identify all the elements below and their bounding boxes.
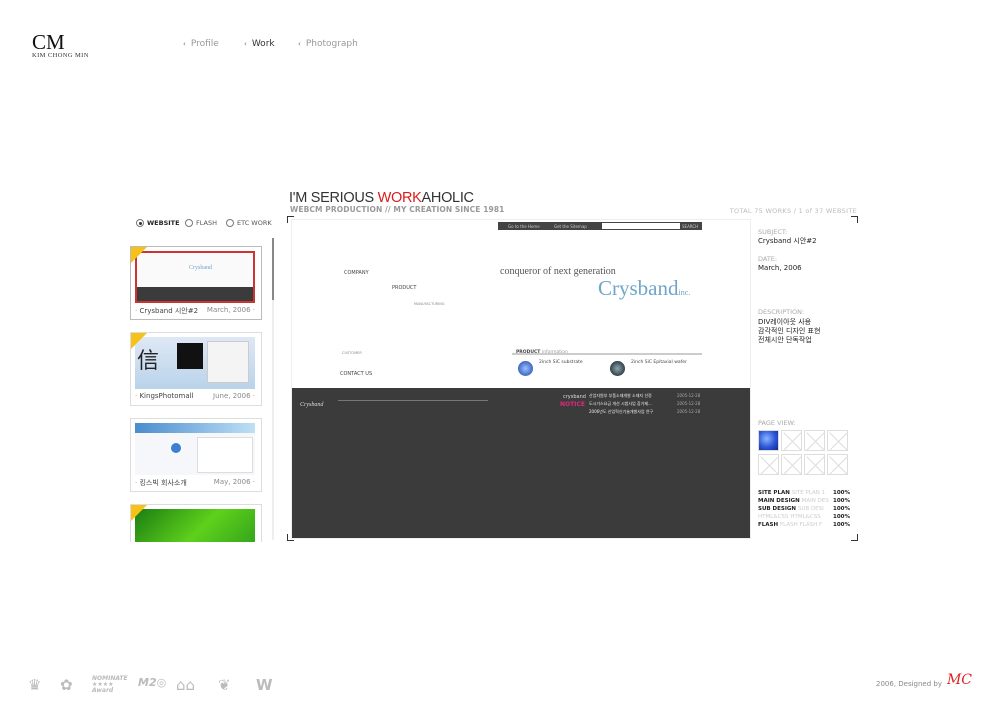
pageview-thumb[interactable] (758, 430, 779, 451)
list-scroll-thumb[interactable] (272, 238, 274, 300)
stat-row: MAIN DESIGN MAIN DES 100% (758, 498, 850, 504)
page-title: I'M SERIOUS WORKAHOLIC (289, 190, 474, 206)
pageview-thumb[interactable] (827, 454, 848, 475)
item-title: 킹스빅 회사소개 (139, 479, 187, 487)
preview-product-heading: PRODUCT information (516, 350, 568, 355)
description-line: 감각적인 디자인 표현 (758, 327, 821, 335)
preview-menu-item: MANUFACTURING (414, 302, 445, 306)
thumbnail (135, 509, 255, 542)
pageview-grid[interactable] (758, 430, 848, 475)
list-item[interactable]: · 킹스빅 회사소개 May, 2006 · (130, 418, 262, 492)
preview-topbar: Go to the Home Get the Sitemap SEARCH (498, 222, 702, 230)
preview-brand-logo: Crysbandinc. (598, 276, 691, 300)
item-title: Crysband 시안#2 (139, 307, 199, 315)
list-item[interactable]: 信 · KingsPhotomall June, 2006 · (130, 332, 262, 406)
radio-icon (185, 219, 193, 227)
preview-sitemap-link: Get the Sitemap (554, 224, 587, 229)
stat-row: SITE PLAN SITE PLAN 1 100% (758, 490, 850, 496)
preview-notice-title: NOTICE (560, 401, 585, 408)
stat-row: FLASH FLASH FLASH F 100% (758, 522, 850, 528)
subject-value: Crysband 시안#2 (758, 237, 817, 245)
nav-profile[interactable]: ‹ Profile (183, 39, 219, 49)
description-label: DESCRIPTION: (758, 308, 805, 316)
preview-menu-item: PRODUCT (392, 285, 417, 291)
pageview-thumb[interactable] (781, 430, 802, 451)
preview-product-item: 2inch SiC Epitaxial wafer (631, 360, 687, 365)
pageview-thumb[interactable] (781, 454, 802, 475)
crown-icon[interactable]: ♛ (28, 676, 41, 694)
nav-photograph[interactable]: ‹ Photograph (298, 39, 358, 49)
award-icon[interactable]: M2◎ (138, 676, 166, 689)
pageview-thumb[interactable] (804, 454, 825, 475)
pageview-thumb[interactable] (758, 454, 779, 475)
preview-product-item: 2inch SiC substrate (539, 360, 583, 365)
nav-label: Work (251, 39, 275, 49)
works-list[interactable]: Crysband · Crysband 시안#2 March, 2006 · 信 … (130, 236, 265, 542)
filter-website-radio[interactable]: WEBSITE (136, 219, 180, 227)
radio-icon (136, 219, 144, 227)
item-date: May, 2006 (213, 478, 251, 486)
arrow-left-icon: ‹ (183, 40, 186, 48)
list-item[interactable]: Crysband · Crysband 시안#2 March, 2006 · (130, 246, 262, 320)
pageview-thumb[interactable] (804, 430, 825, 451)
w-icon[interactable]: W (256, 676, 273, 694)
product-wafer-icon (518, 361, 533, 376)
description-line: 전체시안 단독작업 (758, 336, 812, 344)
preview-menu-item: CONTACT US (340, 371, 373, 377)
subject-label: SUBJECT: (758, 228, 788, 236)
nav-work[interactable]: ‹ Work (244, 39, 275, 49)
preview-menu-item: COMPANY (344, 270, 369, 276)
filter-flash-radio[interactable]: FLASH (185, 219, 217, 227)
item-date: June, 2006 (213, 392, 251, 400)
filter-etc-radio[interactable]: ETC WORK (226, 219, 272, 227)
wings-icon[interactable]: ❦ (218, 676, 231, 694)
radio-icon (226, 219, 234, 227)
date-label: DATE: (758, 255, 778, 263)
logo-name: KIM CHONG MIN (32, 52, 89, 59)
date-value: March, 2006 (758, 264, 802, 272)
works-counter: TOTAL 75 WORKS / 1 of 37 WEBSITE (729, 207, 857, 215)
preview-footer-band: Crysband crysband NOTICE 산업자원부 부품소재개발 소재… (292, 388, 750, 538)
nav-label: Photograph (305, 39, 358, 49)
work-stats: SITE PLAN SITE PLAN 1 100% MAIN DESIGN MA… (758, 490, 850, 530)
preview-footer-logo: Crysband (300, 402, 324, 408)
thumbnail: Crysband (135, 251, 255, 303)
pageview-thumb[interactable] (827, 430, 848, 451)
description-line: DIV레이아웃 사용 (758, 318, 812, 326)
website-preview[interactable]: Go to the Home Get the Sitemap SEARCH CO… (291, 219, 751, 539)
bird-icon[interactable]: ✿ (60, 676, 73, 694)
thumbnail (135, 423, 255, 475)
footer-credit: 2006, Designed by (876, 680, 942, 688)
preview-search-button: SEARCH (682, 224, 699, 229)
nominate-icon[interactable]: NOMINATE ★★★★ Award (92, 676, 128, 694)
page-subtitle: WEBCM PRODUCTION // MY CREATION SINCE 19… (290, 205, 505, 214)
arrow-left-icon: ‹ (298, 40, 301, 48)
list-item[interactable] (130, 504, 262, 542)
house-icon[interactable]: ⌂⌂ (176, 676, 195, 694)
item-title: KingsPhotomall (139, 392, 194, 400)
designer-signature: MC (946, 672, 972, 688)
arrow-left-icon: ‹ (244, 40, 247, 48)
product-wafer-icon (610, 361, 625, 376)
preview-home-link: Go to the Home (508, 224, 540, 229)
thumbnail: 信 (135, 337, 255, 389)
pageview-label: PAGE VIEW: (758, 419, 796, 427)
stat-row: SUB DESIGN SUB DESI 100% (758, 506, 850, 512)
item-date: March, 2006 (206, 306, 251, 314)
nav-label: Profile (190, 39, 219, 49)
preview-menu-item: CUSTOMER (342, 351, 362, 355)
stat-row: HTML&CSS HTML&CSS 100% (758, 514, 850, 520)
